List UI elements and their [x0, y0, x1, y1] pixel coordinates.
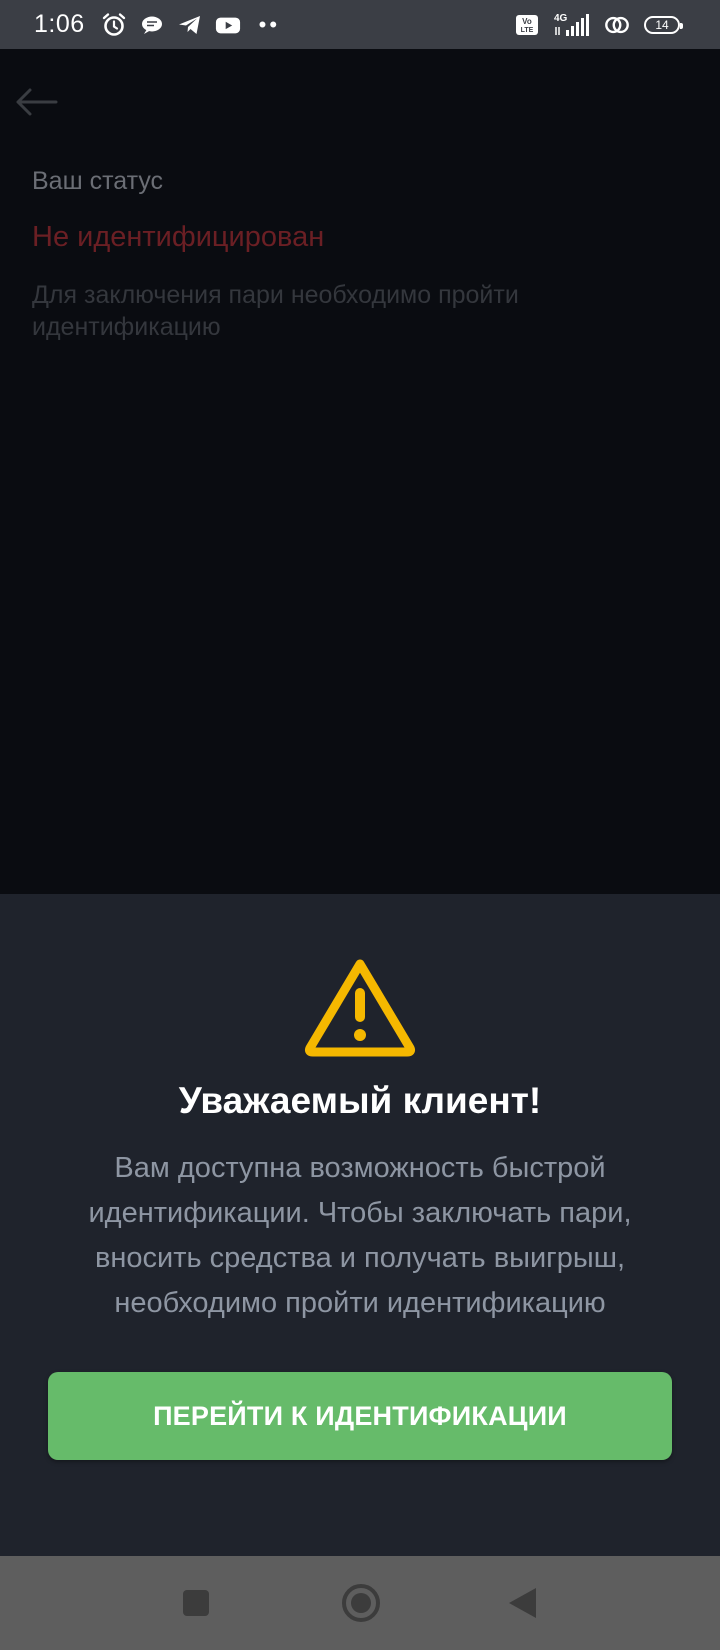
back-button[interactable]	[500, 1581, 544, 1625]
identification-bottom-sheet: Уважаемый клиент! Вам доступна возможнос…	[0, 894, 720, 1556]
sheet-message: Вам доступна возможность быстрой идентиф…	[88, 1152, 632, 1319]
status-bar: 1:06 •• Vo LTE 4G 14	[0, 0, 720, 49]
status-bar-left: 1:06 ••	[34, 10, 280, 39]
recents-button[interactable]	[174, 1581, 218, 1625]
svg-text:Vo: Vo	[522, 17, 532, 26]
more-dots-icon: ••	[258, 11, 281, 37]
back-arrow-icon[interactable]	[14, 87, 58, 117]
svg-text:LTE: LTE	[521, 27, 534, 34]
warning-icon	[302, 956, 418, 1058]
status-time: 1:06	[34, 10, 85, 38]
volte-icon: Vo LTE	[514, 12, 540, 38]
alarm-icon	[101, 12, 127, 38]
screen: 1:06 •• Vo LTE 4G 14 Ваш статус Не идент…	[0, 0, 720, 1650]
hotspot-icon	[604, 12, 630, 38]
status-bar-right: Vo LTE 4G 14	[514, 12, 683, 38]
chat-icon	[139, 12, 165, 38]
svg-text:4G: 4G	[554, 13, 568, 24]
status-value: Не идентифицирован	[32, 221, 325, 253]
home-button[interactable]	[339, 1581, 383, 1625]
status-label: Ваш статус	[32, 167, 164, 195]
page-content: Ваш статус Не идентифицирован Для заключ…	[0, 49, 720, 894]
navigation-bar	[0, 1556, 720, 1650]
sheet-title: Уважаемый клиент!	[178, 1080, 542, 1121]
status-description: Для заключения пари необходимо пройти ид…	[32, 281, 519, 341]
battery-icon: 14	[644, 15, 683, 34]
youtube-icon	[215, 12, 241, 38]
go-to-identification-button[interactable]: ПЕРЕЙТИ К ИДЕНТИФИКАЦИИ	[48, 1372, 672, 1460]
signal-icon: 4G	[552, 12, 592, 38]
telegram-icon	[177, 12, 203, 38]
